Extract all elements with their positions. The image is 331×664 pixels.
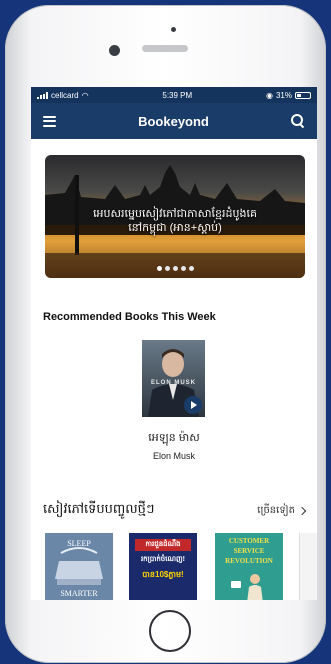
carousel-dot[interactable] — [172, 266, 178, 271]
play-icon[interactable] — [184, 396, 202, 414]
new-book-cover-partial[interactable] — [299, 533, 317, 600]
carousel-dot[interactable] — [188, 266, 194, 271]
carousel-dot[interactable] — [164, 266, 170, 271]
cover-line2: SMARTER — [60, 589, 98, 598]
new-book-cover[interactable]: CUSTOMER SERVICE REVOLUTION — [215, 533, 283, 600]
carousel-dot[interactable] — [180, 266, 186, 271]
chevron-right-icon — [297, 506, 307, 515]
status-time: 5:39 PM — [162, 90, 193, 100]
wifi-icon: ◠ — [81, 90, 89, 100]
new-book-cover[interactable]: ការជួនដំណឹង រកប្រាក់ចំណេញ! បាន10$ភ្លាម! — [129, 533, 197, 600]
proximity-sensor — [171, 27, 176, 32]
new-book-cover[interactable]: SLEEP SMARTER — [45, 533, 113, 600]
location-icon: ◉ — [265, 90, 273, 100]
banner-caption-line2: នៅកម្ពុជា (អាន+ស្តាប់) — [128, 222, 222, 234]
battery-icon — [294, 91, 311, 99]
search-icon[interactable] — [290, 114, 305, 128]
status-bar: cellcard ◠ 5:39 PM ◉ 31% — [31, 87, 317, 103]
cover-line3: បាន10$ភ្លាម! — [142, 570, 184, 579]
see-more-label: ច្រើនទៀត — [257, 505, 295, 516]
app-header: Bookeyond — [31, 103, 317, 139]
carousel-dots[interactable] — [45, 266, 305, 271]
menu-icon[interactable] — [43, 115, 56, 127]
phone-frame: cellcard ◠ 5:39 PM ◉ 31% Bookeyond អេបសរ… — [5, 5, 326, 663]
recommended-book-cover[interactable]: ELON MUSK — [142, 340, 205, 417]
earpiece-speaker — [142, 45, 188, 52]
app-title: Bookeyond — [138, 113, 209, 129]
see-more-link[interactable]: ច្រើនទៀត — [257, 503, 307, 518]
carousel-dot[interactable] — [156, 266, 162, 271]
front-camera-icon — [109, 45, 120, 56]
cover-line1: ការជួនដំណឹង — [135, 539, 191, 551]
cover-line2: រកប្រាក់ចំណេញ! — [140, 556, 186, 563]
home-button[interactable] — [149, 610, 191, 652]
promo-banner[interactable]: អេបសរម្នេបសៀវភៅជាភាសាខ្មែរដំបូងគេ នៅកម្ព… — [45, 155, 305, 278]
new-books-title: សៀវភៅទើបបញ្ចូលថ្មីៗ — [43, 501, 155, 516]
recommended-title: Recommended Books This Week — [43, 311, 216, 323]
person-illustration — [231, 574, 263, 600]
book-author: Elon Musk — [152, 451, 196, 461]
battery-percent: 31% — [275, 90, 292, 100]
book-cover-title: ELON MUSK — [151, 380, 196, 386]
banner-caption-line1: អេបសរម្នេបសៀវភៅជាភាសាខ្មែរដំបូងគេ — [93, 208, 257, 220]
carrier-name: cellcard — [51, 90, 79, 100]
signal-icon — [37, 91, 48, 99]
book-title[interactable]: អេឡុន ម៉ាស — [31, 431, 317, 447]
app-screen: cellcard ◠ 5:39 PM ◉ 31% Bookeyond អេបសរ… — [31, 87, 317, 600]
